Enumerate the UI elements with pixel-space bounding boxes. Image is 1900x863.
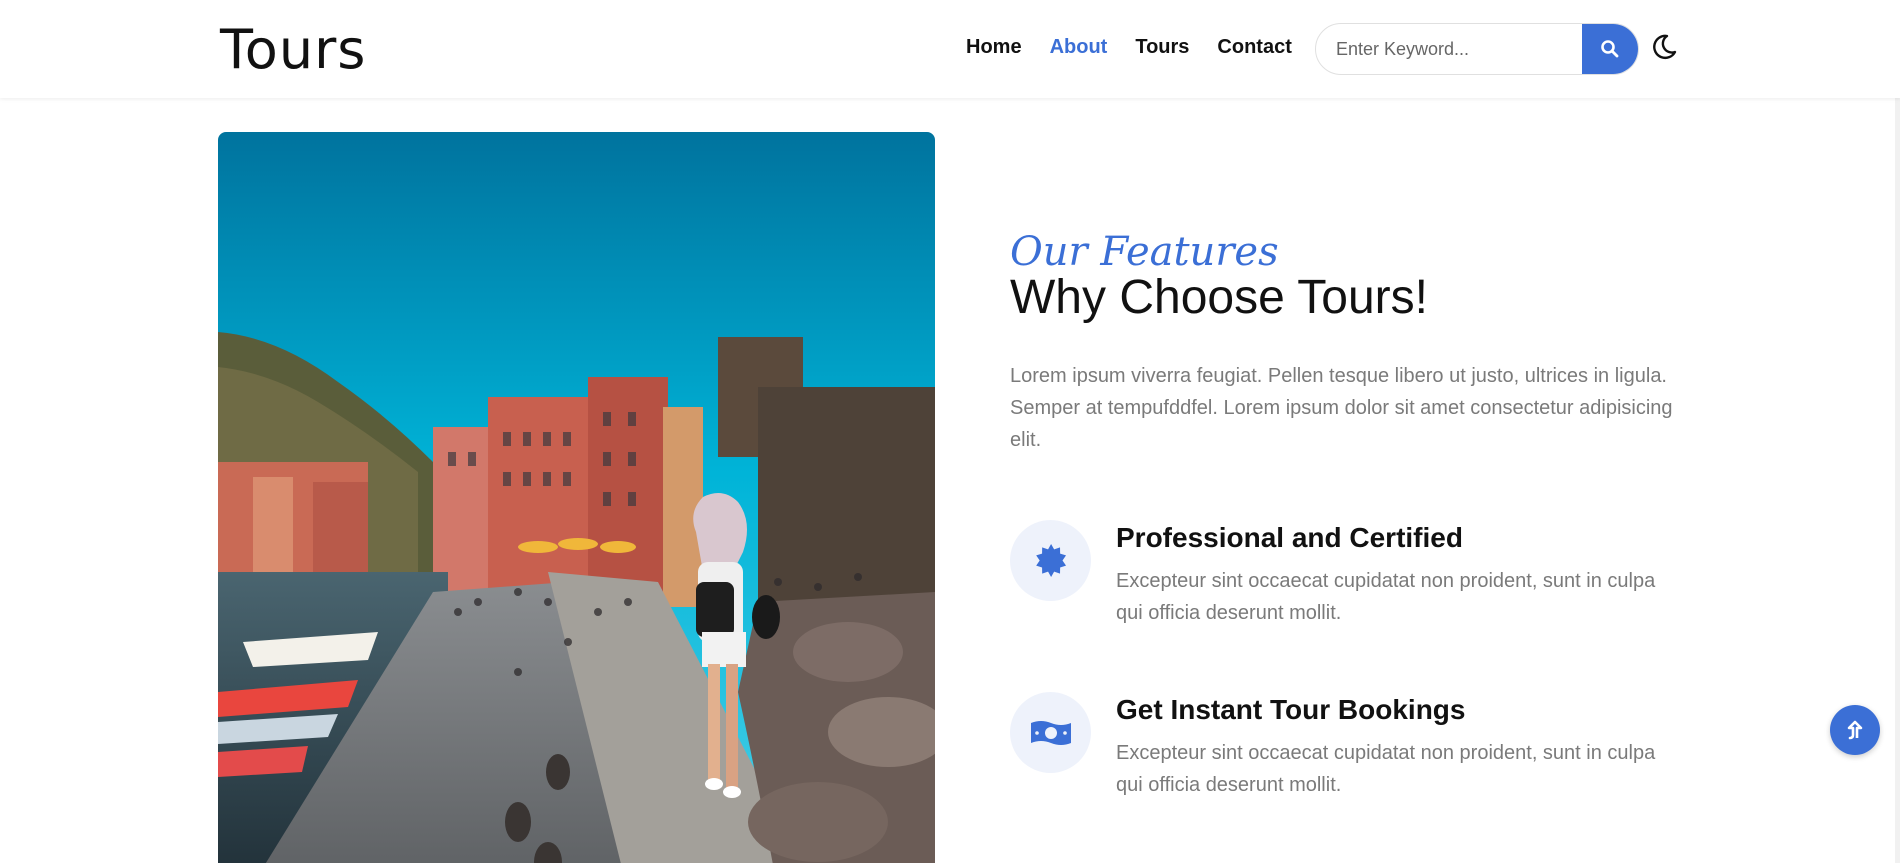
back-to-top-button[interactable]: [1830, 705, 1880, 755]
nav-about[interactable]: About: [1050, 36, 1108, 59]
page-scrollbar[interactable]: [1895, 0, 1900, 863]
feature-description: Excepteur sint occaecat cupidatat non pr…: [1116, 742, 1656, 796]
certificate-badge-icon: [1010, 520, 1091, 601]
feature-item: Professional and Certified Excepteur sin…: [1010, 520, 1680, 624]
page: Tours Home About Tours Contact Enter Key…: [0, 0, 1900, 863]
feature-title: Professional and Certified: [1116, 522, 1463, 553]
nav-contact[interactable]: Contact: [1217, 36, 1291, 59]
search-input[interactable]: [1316, 24, 1582, 74]
nav-home[interactable]: Home: [966, 36, 1022, 59]
travel-photo: [218, 132, 935, 863]
nav-tours[interactable]: Tours: [1135, 36, 1189, 59]
section-eyebrow: Our Features: [1010, 229, 1279, 275]
section-lead: Lorem ipsum viverra feugiat. Pellen tesq…: [1010, 365, 1673, 451]
feature-description: Excepteur sint occaecat cupidatat non pr…: [1116, 570, 1656, 624]
main-nav: Home About Tours Contact: [966, 36, 1292, 59]
about-section: Our Features Why Choose Tours! Lorem ips…: [1010, 230, 1680, 456]
money-bill-icon: [1010, 692, 1091, 773]
site-header: Tours Home About Tours Contact: [0, 0, 1900, 98]
search-button[interactable]: [1582, 24, 1638, 74]
feature-item: Get Instant Tour Bookings Excepteur sint…: [1010, 692, 1680, 796]
section-headline: Why Choose Tours!: [1010, 271, 1428, 324]
moon-icon[interactable]: [1648, 32, 1678, 62]
arrow-up-icon: [1847, 720, 1863, 740]
search-box: [1315, 23, 1639, 75]
hero-photo: [218, 132, 935, 863]
site-logo[interactable]: Tours: [220, 18, 366, 81]
feature-title: Get Instant Tour Bookings: [1116, 694, 1466, 725]
search-icon: [1601, 40, 1619, 58]
